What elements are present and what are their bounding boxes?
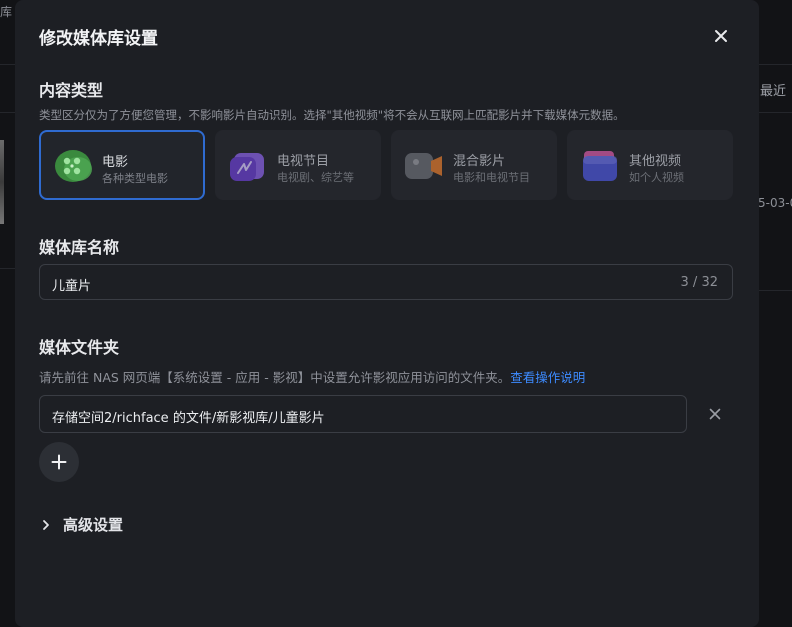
edit-library-dialog: 修改媒体库设置 内容类型 类型区分仅为了方便您管理，不影响影片自动识别。选择"其… (15, 0, 759, 627)
background-fragment-left: 库 (0, 5, 13, 19)
tv-icon (230, 153, 264, 181)
chevron-right-icon (43, 519, 49, 530)
type-subtitle: 电视剧、综艺等 (277, 171, 354, 184)
background-date: 5-03-0 (758, 196, 792, 210)
type-card-tv[interactable]: 电视节目 电视剧、综艺等 (215, 130, 381, 200)
advanced-settings-toggle[interactable]: 高级设置 (39, 514, 123, 535)
film-reel-icon (55, 150, 92, 182)
background-divider (0, 64, 15, 65)
type-card-other[interactable]: 其他视频 如个人视频 (567, 130, 733, 200)
type-subtitle: 电影和电视节目 (453, 171, 530, 184)
media-folder-instructions: 请先前往 NAS 网页端【系统设置 - 应用 - 影视】中设置允许影视应用访问的… (39, 370, 511, 385)
close-button[interactable] (709, 24, 733, 48)
content-type-title: 内容类型 (39, 81, 104, 100)
media-folder-title: 媒体文件夹 (39, 338, 120, 357)
library-name-title: 媒体库名称 (39, 238, 120, 257)
close-icon (715, 30, 727, 42)
plus-icon (51, 454, 67, 470)
folder-path-field[interactable]: 存储空间2/richface 的文件/新影视库/儿童影片 (39, 395, 687, 433)
folder-path-value: 存储空间2/richface 的文件/新影视库/儿童影片 (52, 411, 325, 426)
type-card-mixed[interactable]: 混合影片 电影和电视节目 (391, 130, 557, 200)
help-link[interactable]: 查看操作说明 (510, 370, 585, 385)
type-label: 其他视频 (629, 154, 682, 169)
character-counter: 3 / 32 (680, 275, 718, 290)
background-divider (759, 112, 792, 113)
background-divider (0, 268, 15, 269)
type-label: 电视节目 (277, 154, 330, 169)
type-card-movie[interactable]: 电影 各种类型电影 (39, 130, 205, 200)
folder-icon (583, 151, 617, 181)
type-subtitle: 如个人视频 (629, 171, 684, 184)
remove-folder-button[interactable] (703, 402, 727, 426)
type-label: 混合影片 (453, 154, 506, 169)
background-divider (759, 64, 792, 65)
dialog-title: 修改媒体库设置 (39, 29, 158, 49)
content-type-description: 类型区分仅为了方便您管理，不影响影片自动识别。选择"其他视频"将不会从互联网上匹… (39, 108, 625, 122)
library-name-value: 儿童片 (52, 279, 92, 294)
media-folder-description: 请先前往 NAS 网页端【系统设置 - 应用 - 影视】中设置允许影视应用访问的… (39, 367, 585, 386)
library-name-input[interactable]: 儿童片 3 / 32 (39, 264, 733, 300)
add-folder-button[interactable] (39, 442, 79, 482)
type-label: 电影 (102, 155, 129, 170)
video-camera-icon (405, 153, 442, 179)
background-thumbnail (0, 140, 4, 224)
advanced-settings-label: 高级设置 (63, 516, 124, 534)
background-divider (0, 112, 15, 113)
type-subtitle: 各种类型电影 (102, 172, 168, 185)
close-icon (709, 408, 721, 420)
background-column-header: 最近 (760, 84, 787, 99)
background-divider (759, 290, 792, 291)
